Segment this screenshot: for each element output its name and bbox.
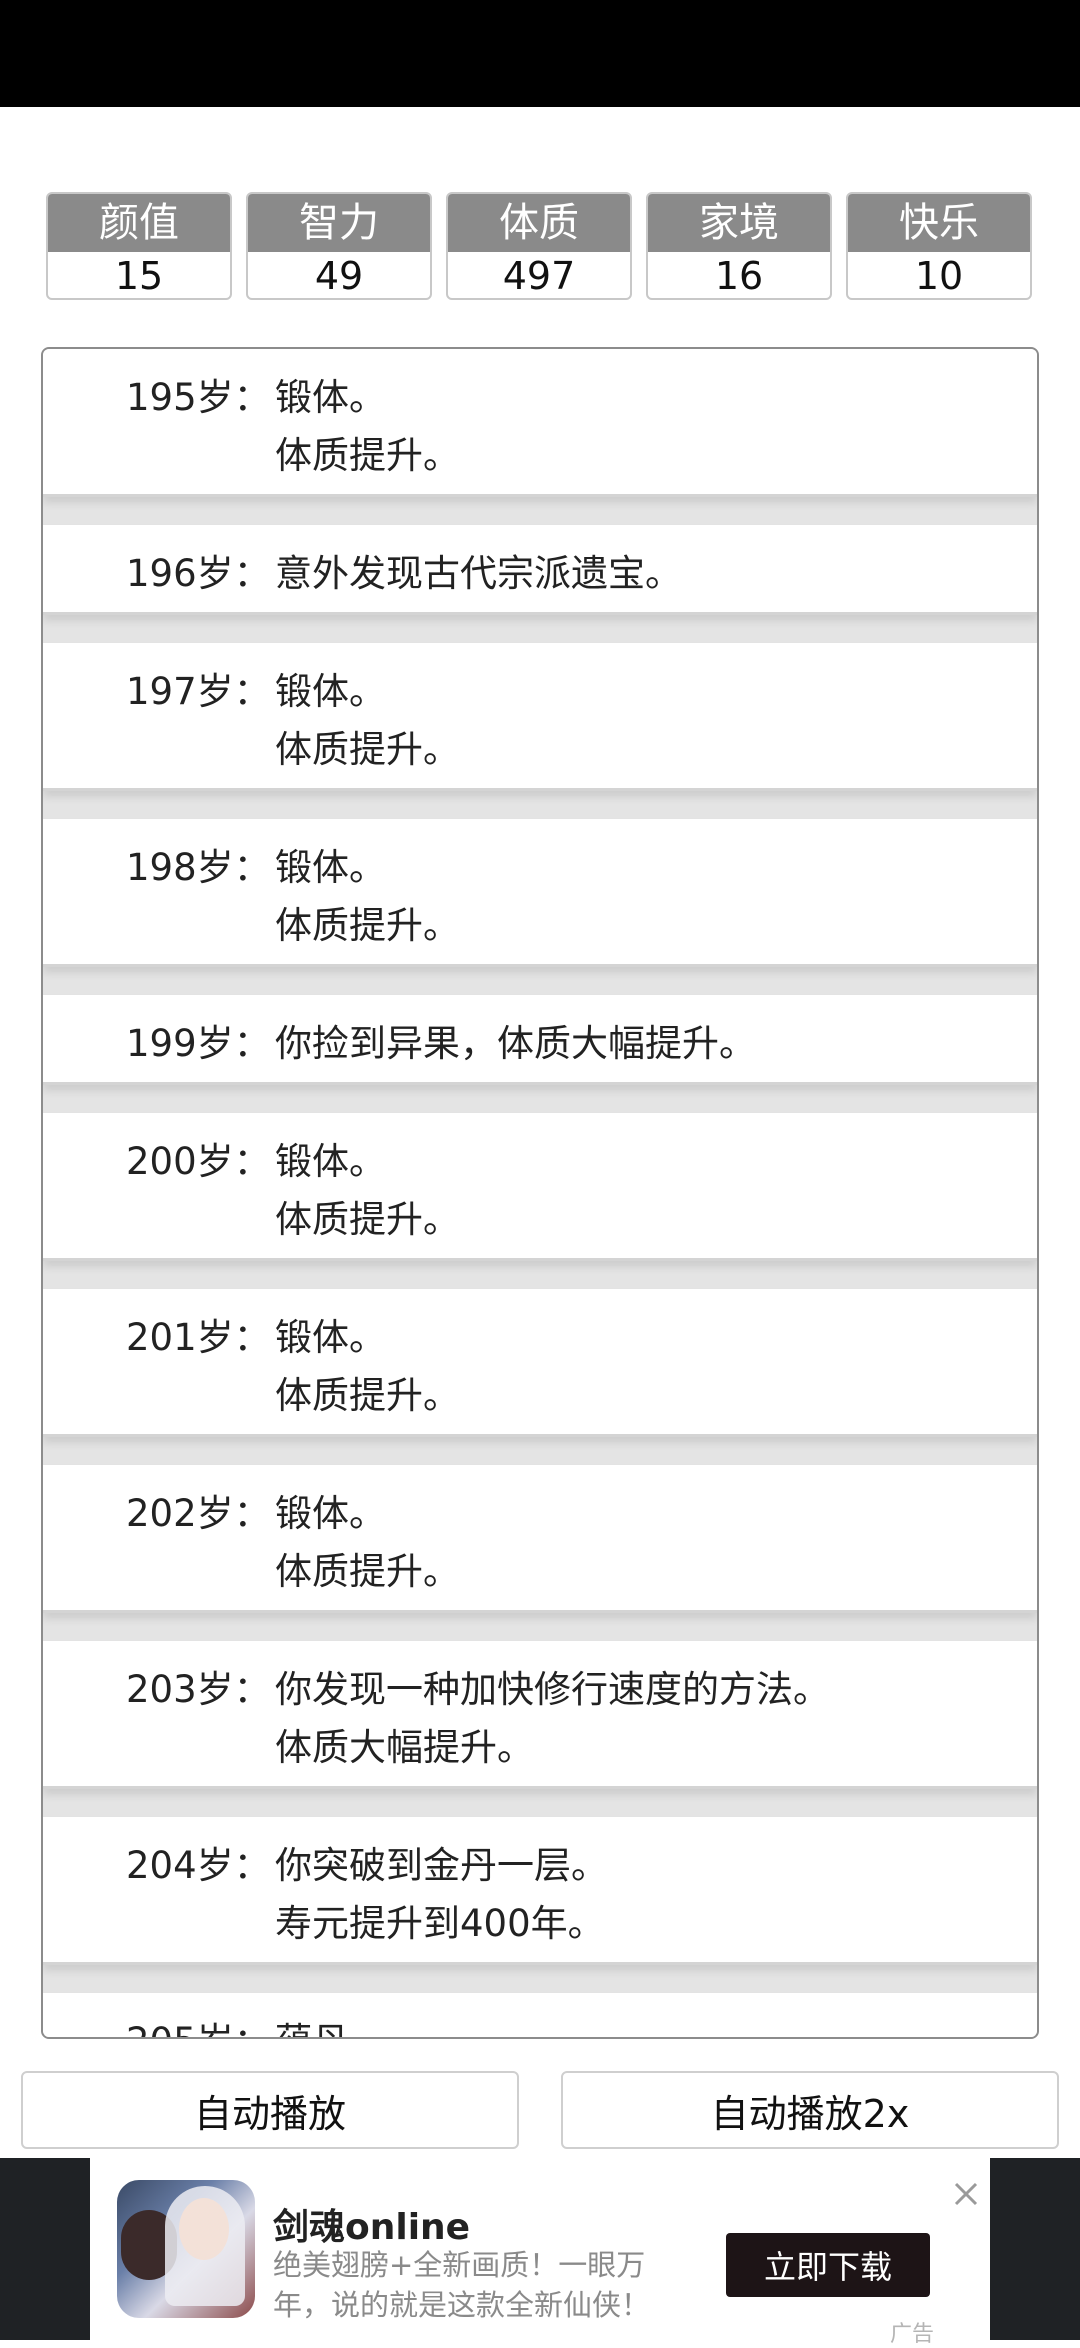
ad-label: 广告 [890,2322,935,2347]
ad-banner[interactable]: 剑魂online 绝美翅膀+全新画质！一眼万年，说的就是这款全新仙侠！ 立即下载… [90,2158,990,2347]
status-bar [0,0,1080,107]
stat-value: 15 [114,254,164,298]
stat-family: 家境 16 [646,192,832,300]
log-text: 体质大幅提升。 [275,1726,534,1769]
stat-happiness: 快乐 10 [846,192,1032,300]
log-entry: 197岁： 锻体。 体质提升。 [43,643,1037,791]
stat-label: 体质 [448,194,630,252]
log-text: 锻体。 [275,1316,386,1359]
log-age: 199岁： [126,1022,271,1065]
log-text: 体质提升。 [275,1198,460,1241]
log-text: 锻体。 [275,1140,386,1183]
stat-appearance: 颜值 15 [46,192,232,300]
log-text: 体质提升。 [275,904,460,947]
log-text: 体质提升。 [275,1550,460,1593]
stat-value: 497 [502,254,576,298]
log-age: 200岁： [126,1140,271,1183]
log-age: 205岁： [126,2023,271,2037]
log-text: 你捡到异果，体质大幅提升。 [275,1022,756,1065]
ad-title[interactable]: 剑魂online [273,2198,470,2250]
auto-play-button[interactable]: 自动播放 [21,2071,519,2149]
stat-value: 10 [914,254,964,298]
stat-intelligence: 智力 49 [246,192,432,300]
log-entry: 200岁： 锻体。 体质提升。 [43,1113,1037,1261]
stat-label: 智力 [248,194,430,252]
log-entry: 203岁： 你发现一种加快修行速度的方法。 体质大幅提升。 [43,1641,1037,1789]
log-text: 锻体。 [275,1492,386,1535]
log-entry: 205岁： 蕴丹 [43,1993,1037,2037]
log-text: 锻体。 [275,670,386,713]
log-entry: 204岁： 你突破到金丹一层。 寿元提升到400年。 [43,1817,1037,1965]
log-entry: 201岁： 锻体。 体质提升。 [43,1289,1037,1437]
game-app-icon[interactable] [117,2180,255,2318]
log-text: 寿元提升到400年。 [275,1902,605,1945]
auto-play-2x-button[interactable]: 自动播放2x [561,2071,1059,2149]
log-text: 你突破到金丹一层。 [275,1844,608,1887]
stat-value: 16 [714,254,764,298]
log-age: 196岁： [126,552,271,595]
stat-value: 49 [314,254,364,298]
stat-label: 快乐 [848,194,1030,252]
log-entry: 195岁： 锻体。 体质提升。 [43,349,1037,497]
log-entry: 199岁： 你捡到异果，体质大幅提升。 [43,995,1037,1085]
log-entry: 198岁： 锻体。 体质提升。 [43,819,1037,967]
log-age: 197岁： [126,670,271,713]
stats-panel: 颜值 15 智力 49 体质 497 家境 16 快乐 10 [46,192,1036,302]
life-log[interactable]: 195岁： 锻体。 体质提升。 196岁： 意外发现古代宗派遗宝。 197岁： … [41,347,1039,2039]
log-text: 意外发现古代宗派遗宝。 [275,552,682,595]
close-icon[interactable] [946,2174,986,2214]
log-age: 195岁： [126,376,271,419]
stat-label: 颜值 [48,194,230,252]
log-text: 你发现一种加快修行速度的方法。 [275,1668,830,1711]
log-age: 204岁： [126,1844,271,1887]
log-entry: 202岁： 锻体。 体质提升。 [43,1465,1037,1613]
log-text: 锻体。 [275,846,386,889]
log-text: 体质提升。 [275,434,460,477]
ad-description: 绝美翅膀+全新画质！一眼万年，说的就是这款全新仙侠！ [273,2248,651,2322]
log-text: 体质提升。 [275,1374,460,1417]
log-text: 蕴丹 [275,2023,349,2037]
log-entry: 196岁： 意外发现古代宗派遗宝。 [43,525,1037,615]
stat-label: 家境 [648,194,830,252]
log-age: 198岁： [126,846,271,889]
log-text: 锻体。 [275,376,386,419]
log-age: 202岁： [126,1492,271,1535]
stat-constitution: 体质 497 [446,192,632,300]
log-age: 201岁： [126,1316,271,1359]
log-text: 体质提升。 [275,728,460,771]
log-age: 203岁： [126,1668,271,1711]
download-button[interactable]: 立即下载 [726,2233,930,2297]
